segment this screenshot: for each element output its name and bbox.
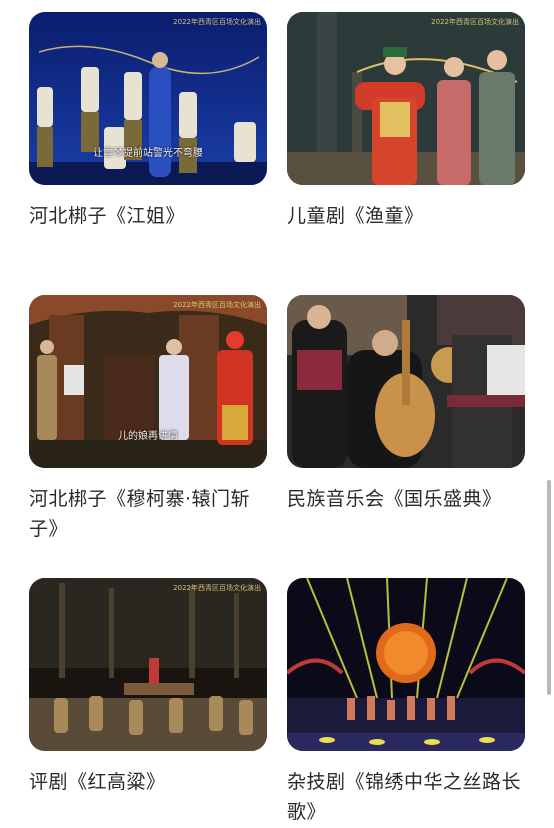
stage-scene-image (29, 12, 267, 185)
program-card[interactable]: 2022年西青区百场文化演出 让雪琴提前站警光不弯腰 河北梆子《江姐》 (29, 12, 267, 231)
program-title[interactable]: 儿童剧《渔童》 (287, 201, 525, 231)
stage-scene-image (29, 578, 267, 751)
program-thumbnail[interactable]: 2022年西青区百场文化演出 (287, 12, 525, 185)
stage-scene-image (287, 12, 525, 185)
program-card[interactable]: 2022年西青区百场文化演出 儿的娘再讲情 河北梆子《穆柯寨·辕门斩子》 (29, 295, 267, 544)
program-thumbnail[interactable] (287, 578, 525, 751)
watermark: 2022年西青区百场文化演出 (173, 584, 261, 592)
stage-scene-image (29, 295, 267, 468)
program-card[interactable]: 民族音乐会《国乐盛典》 (287, 295, 525, 514)
stage-scene-image (287, 295, 525, 468)
program-title[interactable]: 评剧《红高粱》 (29, 767, 267, 797)
program-thumbnail[interactable] (287, 295, 525, 468)
video-subtitle: 儿的娘再讲情 (118, 431, 178, 442)
program-card[interactable]: 杂技剧《锦绣中华之丝路长歌》 (287, 578, 525, 827)
program-thumbnail[interactable]: 2022年西青区百场文化演出 儿的娘再讲情 (29, 295, 267, 468)
program-title[interactable]: 杂技剧《锦绣中华之丝路长歌》 (287, 767, 525, 827)
watermark: 2022年西青区百场文化演出 (431, 18, 519, 26)
program-thumbnail[interactable]: 2022年西青区百场文化演出 让雪琴提前站警光不弯腰 (29, 12, 267, 185)
program-thumbnail[interactable]: 2022年西青区百场文化演出 (29, 578, 267, 751)
watermark: 2022年西青区百场文化演出 (173, 301, 261, 309)
program-grid: 2022年西青区百场文化演出 让雪琴提前站警光不弯腰 河北梆子《江姐》 2022… (0, 0, 554, 828)
program-card[interactable]: 2022年西青区百场文化演出 评剧《红高粱》 (29, 578, 267, 797)
watermark: 2022年西青区百场文化演出 (173, 18, 261, 26)
scrollbar[interactable] (547, 480, 551, 695)
video-subtitle: 让雪琴提前站警光不弯腰 (93, 148, 203, 159)
program-title[interactable]: 河北梆子《穆柯寨·辕门斩子》 (29, 484, 267, 544)
program-title[interactable]: 民族音乐会《国乐盛典》 (287, 484, 525, 514)
stage-scene-image (287, 578, 525, 751)
program-title[interactable]: 河北梆子《江姐》 (29, 201, 267, 231)
program-card[interactable]: 2022年西青区百场文化演出 儿童剧《渔童》 (287, 12, 525, 231)
